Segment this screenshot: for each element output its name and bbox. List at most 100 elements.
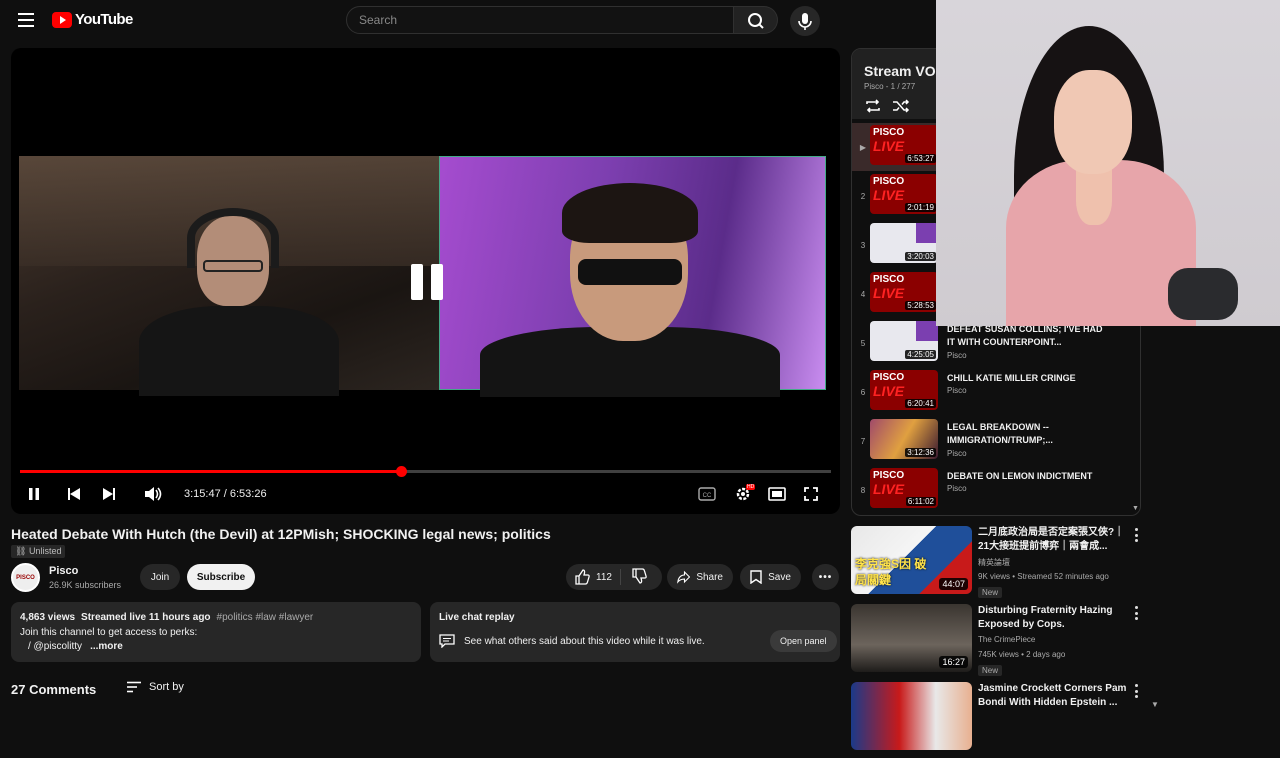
duration-badge: 6:11:02 bbox=[905, 497, 936, 506]
chat-icon bbox=[439, 634, 455, 648]
thumbs-down-icon bbox=[632, 567, 647, 584]
more-vertical-icon[interactable] bbox=[1133, 606, 1139, 620]
theater-mode-button[interactable] bbox=[767, 484, 787, 504]
share-button[interactable]: Share bbox=[667, 564, 733, 590]
link-icon: ⛓ bbox=[15, 546, 29, 556]
captions-button[interactable]: CC bbox=[697, 484, 717, 504]
view-count: 4,863 views bbox=[20, 612, 76, 623]
playlist-item-title[interactable]: DEFEAT SUSAN COLLINS; I'VE HAD IT WITH C… bbox=[947, 323, 1112, 349]
dislike-button[interactable] bbox=[621, 567, 657, 587]
playlist-thumbnail[interactable]: PISCO LIVE 6:20:41 bbox=[870, 370, 938, 410]
loop-icon bbox=[866, 99, 880, 113]
recommendation-title[interactable]: Disturbing Fraternity Hazing Exposed by … bbox=[978, 604, 1128, 632]
thumb-label: PISCO bbox=[873, 274, 905, 285]
playlist-item[interactable]: 8 PISCO LIVE 6:11:02 DEBATE ON LEMON INDICTM… bbox=[852, 466, 1140, 514]
playlist-thumbnail[interactable]: 4:25:05 bbox=[870, 321, 938, 361]
duration-badge: 44:07 bbox=[939, 578, 968, 590]
description-box[interactable]: 4,863 views Streamed live 11 hours ago #… bbox=[11, 602, 421, 662]
recommendation-title[interactable]: Jasmine Crockett Corners Pam Bondi With … bbox=[978, 682, 1128, 710]
show-more-link[interactable]: ...more bbox=[90, 641, 123, 652]
pause-overlay-icon bbox=[411, 264, 461, 314]
playlist-index: 6 bbox=[860, 388, 866, 397]
more-vertical-icon[interactable] bbox=[1133, 684, 1139, 698]
playlist-thumbnail[interactable]: 3:12:36 bbox=[870, 419, 938, 459]
thumb-label: PISCO bbox=[873, 470, 905, 481]
playlist-scroll-down-icon[interactable]: ▼ bbox=[1132, 505, 1139, 512]
playlist-item-title[interactable]: DEBATE ON LEMON INDICTMENT bbox=[947, 470, 1112, 483]
playlist-index: 2 bbox=[860, 192, 866, 201]
open-panel-button[interactable]: Open panel bbox=[770, 630, 837, 652]
channel-avatar[interactable]: PISCO bbox=[11, 563, 40, 592]
new-badge: New bbox=[978, 587, 1003, 598]
fullscreen-button[interactable] bbox=[801, 484, 821, 504]
previous-button[interactable] bbox=[65, 484, 83, 504]
save-button[interactable]: Save bbox=[740, 564, 801, 590]
svg-text:CC: CC bbox=[703, 493, 712, 499]
recommendation-channel[interactable]: 精英論壇 bbox=[978, 557, 1010, 568]
recommendation-item[interactable]: 李克強S因 破局關鍵 44:07 二月底政治局是否定案張又俠?｜21大接班提前博弈｜… bbox=[851, 526, 1151, 602]
hashtags[interactable]: #politics #law #lawyer bbox=[217, 612, 314, 623]
subscribe-button[interactable]: Subscribe bbox=[187, 564, 255, 590]
settings-button[interactable]: HD bbox=[732, 484, 756, 504]
playlist-thumbnail[interactable]: PISCO LIVE 6:11:02 bbox=[870, 468, 938, 508]
live-chat-replay-box: Live chat replay See what others said ab… bbox=[430, 602, 840, 662]
youtube-play-icon bbox=[52, 11, 72, 28]
recommendation-channel[interactable]: The CrimePiece bbox=[978, 635, 1035, 644]
logo-text: YouTube bbox=[75, 11, 133, 28]
recommendation-meta: 9K views • Streamed 52 minutes ago bbox=[978, 572, 1109, 581]
playlist-thumbnail[interactable]: PISCO LIVE 5:28:53 bbox=[870, 272, 938, 312]
playlist-thumbnail[interactable]: PISCO LIVE 6:53:27 bbox=[870, 125, 938, 165]
shuffle-button[interactable] bbox=[892, 99, 910, 118]
next-button[interactable] bbox=[100, 484, 118, 504]
thumbnail-text: 李克強S因 破局關鍵 bbox=[855, 557, 927, 587]
new-badge: New bbox=[978, 665, 1003, 676]
recommendation-item[interactable]: 16:27 Disturbing Fraternity Hazing Expose… bbox=[851, 604, 1151, 680]
more-horizontal-icon: ••• bbox=[818, 571, 833, 583]
more-vertical-icon[interactable] bbox=[1133, 528, 1139, 542]
playlist-thumbnail[interactable]: PISCO LIVE 2:01:19 bbox=[870, 174, 938, 214]
stream-date: Streamed live 11 hours ago bbox=[81, 612, 211, 623]
more-actions-button[interactable]: ••• bbox=[812, 564, 839, 590]
search-input[interactable]: Search bbox=[346, 6, 734, 34]
video-frame-right bbox=[439, 156, 826, 397]
youtube-logo[interactable]: YouTube bbox=[52, 11, 133, 28]
previous-icon bbox=[68, 488, 80, 500]
pause-button[interactable] bbox=[25, 484, 43, 504]
join-button[interactable]: Join bbox=[140, 564, 180, 590]
playlist-item[interactable]: 5 4:25:05 DEFEAT SUSAN COLLINS; I'VE HAD I… bbox=[852, 319, 1140, 367]
playlist-item[interactable]: 6 PISCO LIVE 6:20:41 CHILL KATIE MILLER CRIN… bbox=[852, 368, 1140, 416]
duration-badge: 6:53:27 bbox=[905, 154, 936, 163]
hd-badge: HD bbox=[746, 484, 756, 490]
thumb-label: PISCO bbox=[873, 176, 905, 187]
recommendation-thumbnail[interactable] bbox=[851, 682, 972, 750]
description-line-2[interactable]: / @piscolitty bbox=[28, 641, 82, 652]
loop-button[interactable] bbox=[864, 99, 882, 118]
playlist-index: 3 bbox=[860, 241, 866, 250]
playlist-item-title[interactable]: CHILL KATIE MILLER CRINGE bbox=[947, 372, 1112, 385]
sort-icon bbox=[127, 681, 141, 693]
volume-button[interactable] bbox=[142, 484, 164, 504]
recommendation-item[interactable]: Jasmine Crockett Corners Pam Bondi With … bbox=[851, 682, 1151, 758]
recommendation-title[interactable]: 二月底政治局是否定案張又俠?｜21大接班提前博弈｜兩會成... bbox=[978, 526, 1128, 554]
thumbs-up-icon bbox=[575, 569, 590, 585]
playlist-item-title[interactable]: LEGAL BREAKDOWN -- IMMIGRATION/TRUMP;... bbox=[947, 421, 1112, 447]
thumb-live: LIVE bbox=[873, 138, 905, 154]
pause-icon bbox=[29, 488, 39, 500]
playlist-thumbnail[interactable]: 3:20:03 bbox=[870, 223, 938, 263]
scroll-down-icon[interactable]: ▼ bbox=[1151, 700, 1161, 710]
video-player[interactable]: 3:15:47 / 6:53:26 CC HD bbox=[11, 48, 840, 514]
channel-name[interactable]: Pisco bbox=[49, 565, 78, 577]
privacy-badge: ⛓ Unlisted bbox=[11, 545, 66, 558]
voice-search-button[interactable] bbox=[790, 6, 820, 36]
playlist-item[interactable]: 7 3:12:36 LEGAL BREAKDOWN -- IMMIGRATION/T… bbox=[852, 417, 1140, 465]
playlist-meta: Pisco - 1 / 277 bbox=[864, 82, 916, 91]
menu-icon[interactable] bbox=[18, 13, 34, 27]
playlist-item-channel: Pisco bbox=[947, 484, 967, 493]
playlist-title[interactable]: Stream VOD bbox=[864, 63, 946, 79]
recommendation-thumbnail[interactable]: 李克強S因 破局關鍵 44:07 bbox=[851, 526, 972, 594]
like-button[interactable]: 112 bbox=[566, 569, 621, 585]
recommendation-thumbnail[interactable]: 16:27 bbox=[851, 604, 972, 672]
search-button[interactable] bbox=[734, 6, 778, 34]
scrubber-handle[interactable] bbox=[396, 466, 408, 477]
sort-by-button[interactable]: Sort by bbox=[126, 681, 184, 693]
